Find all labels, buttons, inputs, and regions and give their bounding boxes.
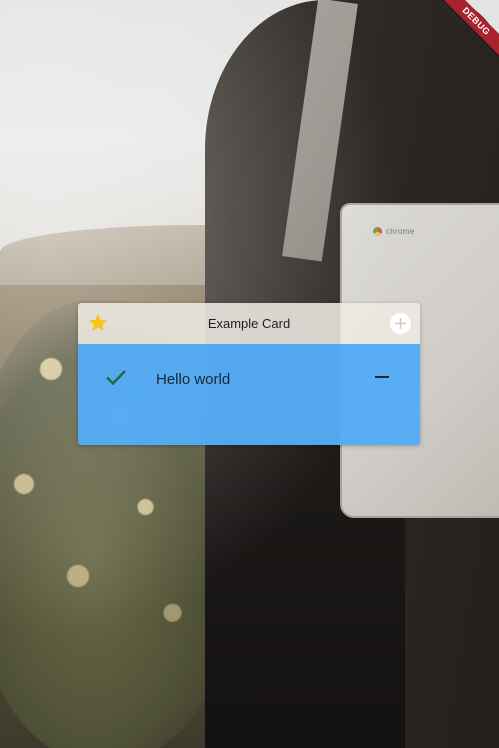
remove-icon <box>375 376 389 378</box>
list-item-status <box>105 368 127 386</box>
remove-button[interactable] <box>371 368 393 386</box>
star-icon <box>89 314 107 331</box>
app-screen: chrome DEBUG Example Card Hello world <box>0 0 499 748</box>
card-title: Example Card <box>207 316 291 331</box>
add-button[interactable] <box>390 313 411 334</box>
check-icon <box>106 370 126 386</box>
example-card: Example Card Hello world <box>78 303 420 445</box>
card-header: Example Card <box>78 303 420 344</box>
card-body: Hello world <box>78 344 420 445</box>
add-icon <box>394 317 407 330</box>
list-item-text: Hello world <box>156 371 231 388</box>
